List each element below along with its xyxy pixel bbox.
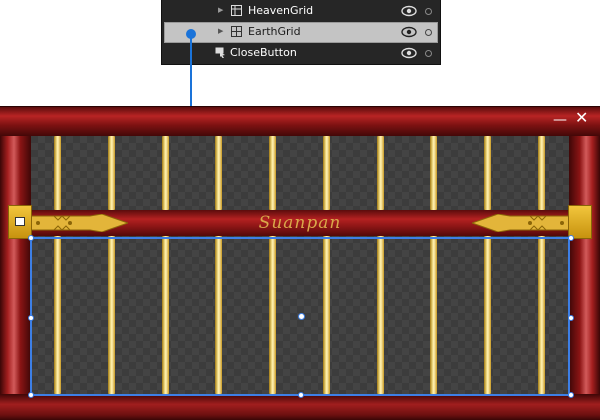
expand-arrow-icon[interactable]: ▶ [218,27,223,35]
heaven-rod [108,136,115,210]
visibility-eye-icon[interactable] [401,26,417,38]
frame-top [0,106,600,137]
heaven-rod [538,136,545,210]
resize-handle-left[interactable] [28,315,34,321]
heaven-rod [269,136,276,210]
expand-arrow-icon[interactable]: ▶ [218,6,223,14]
lock-toggle-icon[interactable] [425,29,432,36]
lock-toggle-icon[interactable] [425,50,432,57]
heaven-rod [54,136,61,210]
heaven-rod [215,136,222,210]
layer-label: HeavenGrid [248,4,314,17]
heaven-grid[interactable] [31,136,569,210]
grid-icon [231,5,242,16]
selection-connector-dot [186,29,196,39]
right-clamp [568,205,592,239]
heaven-rod [377,136,384,210]
layers-panel: ▶ HeavenGrid ▶ EarthGrid CloseButton [161,0,441,65]
heaven-rod [430,136,437,210]
frame-left [0,136,31,394]
lock-toggle-icon[interactable] [425,8,432,15]
resize-handle-top-right[interactable] [568,235,574,241]
resize-handle-bottom-right[interactable] [568,392,574,398]
heaven-rod [484,136,491,210]
document-icon[interactable] [15,217,25,226]
visibility-eye-icon[interactable] [401,47,417,59]
layer-label: CloseButton [230,46,297,59]
frame-right [569,136,600,394]
left-clamp [8,205,32,239]
layer-row-closebutton[interactable]: CloseButton [164,43,438,64]
minimize-button[interactable]: — [553,112,567,128]
heaven-rod [323,136,330,210]
visibility-eye-icon[interactable] [401,5,417,17]
heaven-rod [162,136,169,210]
resize-handle-bottom[interactable] [298,392,304,398]
button-icon [215,47,225,58]
layer-row-earthgrid[interactable]: ▶ EarthGrid [164,22,438,43]
grid-icon [231,26,242,37]
selection-box[interactable] [28,235,574,398]
resize-handle-bottom-left[interactable] [28,392,34,398]
right-arrow-ornament [472,214,570,232]
center-handle[interactable] [298,313,305,320]
left-arrow-ornament [30,214,128,232]
resize-handle-top-left[interactable] [28,235,34,241]
resize-handle-right[interactable] [568,315,574,321]
close-button[interactable]: ✕ [575,110,588,126]
layer-label: EarthGrid [248,25,301,38]
layer-row-heavengrid[interactable]: ▶ HeavenGrid [164,1,438,22]
